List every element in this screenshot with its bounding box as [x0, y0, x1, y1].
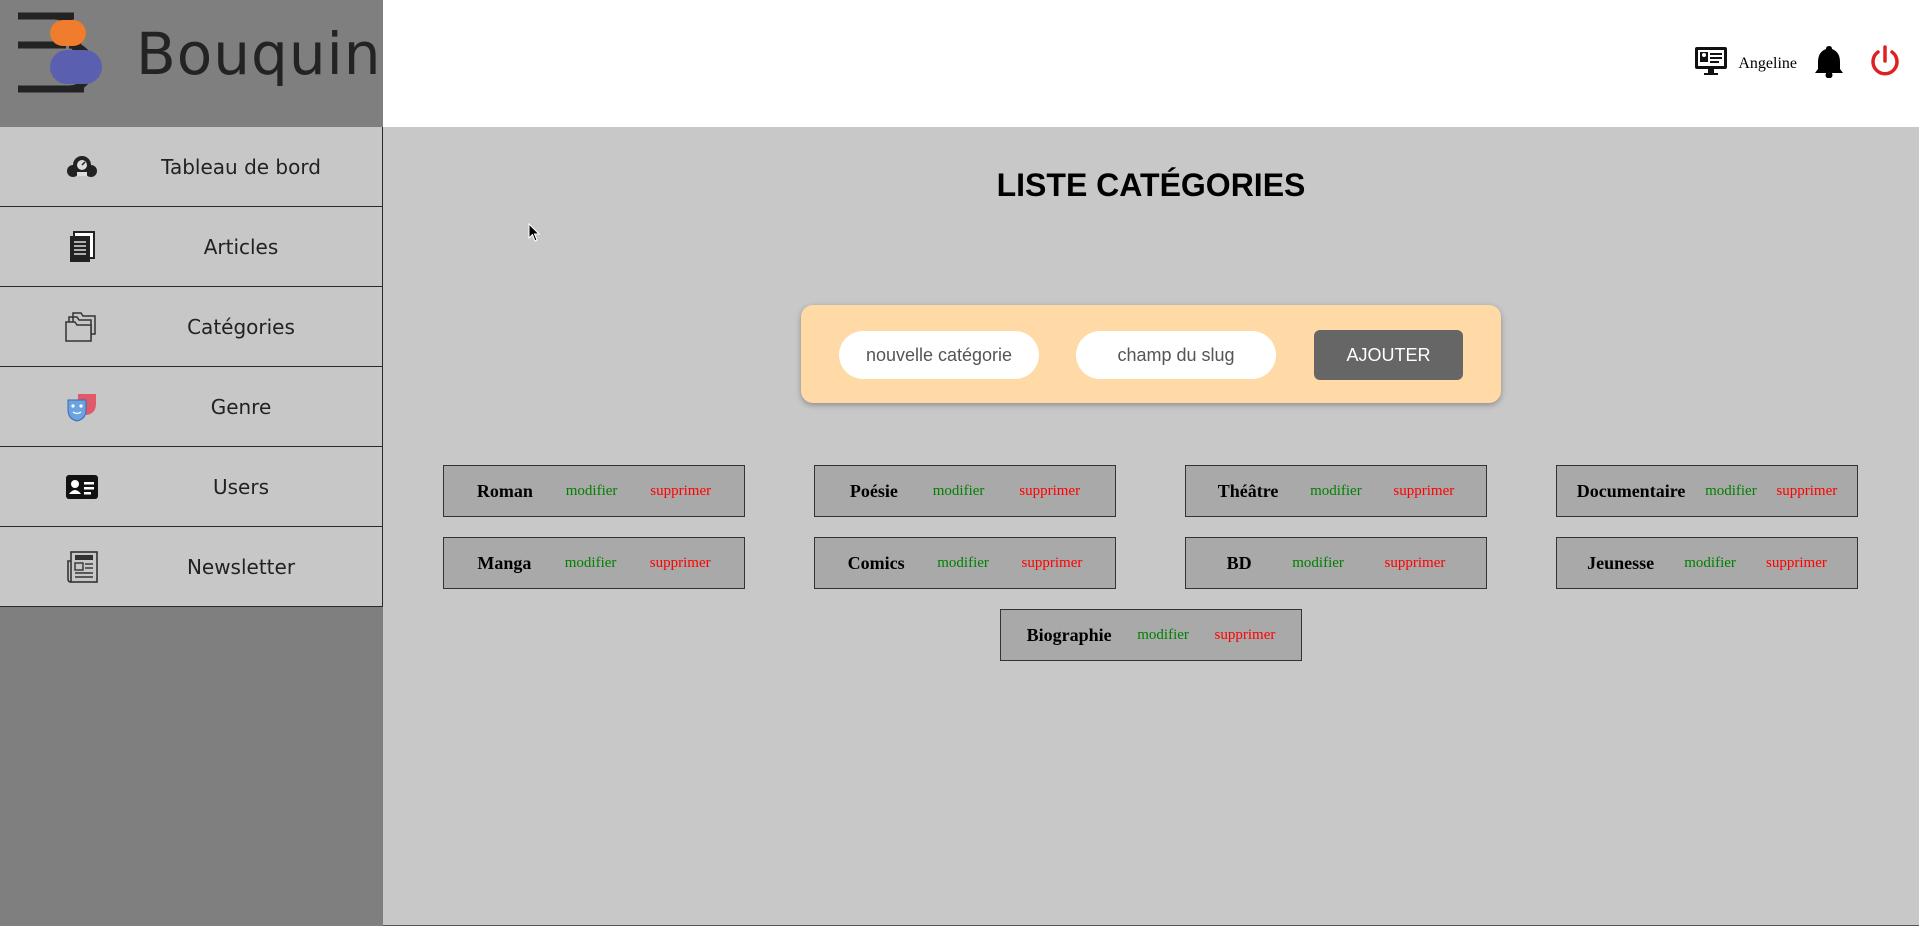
- id-card-icon: [64, 469, 100, 505]
- sidebar-item-label: Tableau de bord: [161, 155, 321, 179]
- edit-link[interactable]: modifier: [1310, 483, 1362, 500]
- logo-mark-icon: [18, 12, 102, 93]
- category-card: Poésie modifier supprimer: [814, 465, 1116, 517]
- category-card: BD modifier supprimer: [1185, 537, 1487, 589]
- delete-link[interactable]: supprimer: [1022, 555, 1083, 572]
- user-area: Angeline: [1694, 44, 1901, 83]
- top-header: Angeline: [383, 0, 1919, 127]
- category-name: Biographie: [1026, 624, 1112, 645]
- category-card: Théâtre modifier supprimer: [1185, 465, 1487, 517]
- category-name: Documentaire: [1576, 480, 1686, 501]
- newspaper-icon: [64, 549, 100, 585]
- main-content: LISTE CATÉGORIES AJOUTER Roman modifier …: [383, 127, 1919, 926]
- sidebar-item-newsletter[interactable]: Newsletter: [0, 527, 383, 607]
- edit-link[interactable]: modifier: [937, 555, 989, 572]
- category-name: Roman: [476, 480, 533, 501]
- sidebar-item-label: Articles: [203, 235, 279, 259]
- add-category-form: AJOUTER: [801, 305, 1501, 403]
- logo[interactable]: Bouquine: [0, 0, 417, 127]
- category-name-input[interactable]: [839, 331, 1039, 379]
- category-name: Jeunesse: [1587, 552, 1655, 573]
- sidebar-item-articles[interactable]: Articles: [0, 207, 383, 287]
- sidebar-item-categories[interactable]: Catégories: [0, 287, 383, 367]
- category-name: Comics: [847, 552, 905, 573]
- sidebar-nav: Tableau de bord Articles Catégories Genr…: [0, 127, 383, 607]
- logo-text: Bouquine: [136, 20, 419, 88]
- power-icon[interactable]: [1869, 44, 1901, 83]
- folders-icon: [64, 309, 100, 345]
- cursor-icon: [528, 223, 541, 242]
- category-card: Comics modifier supprimer: [814, 537, 1116, 589]
- delete-link[interactable]: supprimer: [1766, 555, 1827, 572]
- delete-link[interactable]: supprimer: [650, 483, 711, 500]
- edit-link[interactable]: modifier: [933, 483, 985, 500]
- profile-screen-icon[interactable]: [1694, 46, 1728, 81]
- category-name: Théâtre: [1217, 480, 1279, 501]
- category-card: Jeunesse modifier supprimer: [1556, 537, 1858, 589]
- delete-link[interactable]: supprimer: [1019, 483, 1080, 500]
- sidebar-item-label: Users: [212, 475, 269, 499]
- category-name: BD: [1226, 552, 1252, 573]
- edit-link[interactable]: modifier: [1684, 555, 1736, 572]
- category-name: Poésie: [849, 480, 898, 501]
- edit-link[interactable]: modifier: [1137, 627, 1189, 644]
- user-name[interactable]: Angeline: [1738, 55, 1797, 73]
- category-card: Manga modifier supprimer: [443, 537, 745, 589]
- sidebar-item-label: Catégories: [187, 315, 295, 339]
- slug-input[interactable]: [1076, 331, 1276, 379]
- theater-masks-icon: [64, 389, 100, 425]
- category-card: Documentaire modifier supprimer: [1556, 465, 1858, 517]
- category-name: Manga: [477, 552, 532, 573]
- edit-link[interactable]: modifier: [1705, 483, 1757, 500]
- dashboard-icon: [64, 149, 100, 185]
- sidebar-item-label: Newsletter: [186, 555, 296, 579]
- delete-link[interactable]: supprimer: [1385, 555, 1446, 572]
- add-category-button[interactable]: AJOUTER: [1314, 330, 1463, 380]
- edit-link[interactable]: modifier: [565, 555, 617, 572]
- delete-link[interactable]: supprimer: [1393, 483, 1454, 500]
- delete-link[interactable]: supprimer: [1776, 483, 1837, 500]
- delete-link[interactable]: supprimer: [650, 555, 711, 572]
- page-title: LISTE CATÉGORIES: [996, 167, 1306, 203]
- sidebar-item-dashboard[interactable]: Tableau de bord: [0, 127, 383, 207]
- sidebar: Bouquine Tableau de bord Articles Catégo…: [0, 0, 417, 926]
- documents-icon: [64, 229, 100, 265]
- delete-link[interactable]: supprimer: [1215, 627, 1276, 644]
- sidebar-item-genre[interactable]: Genre: [0, 367, 383, 447]
- sidebar-item-users[interactable]: Users: [0, 447, 383, 527]
- category-card: Biographie modifier supprimer: [1000, 609, 1302, 661]
- sidebar-item-label: Genre: [210, 395, 272, 419]
- edit-link[interactable]: modifier: [566, 483, 618, 500]
- category-card: Roman modifier supprimer: [443, 465, 745, 517]
- bell-icon[interactable]: [1813, 44, 1845, 83]
- edit-link[interactable]: modifier: [1292, 555, 1344, 572]
